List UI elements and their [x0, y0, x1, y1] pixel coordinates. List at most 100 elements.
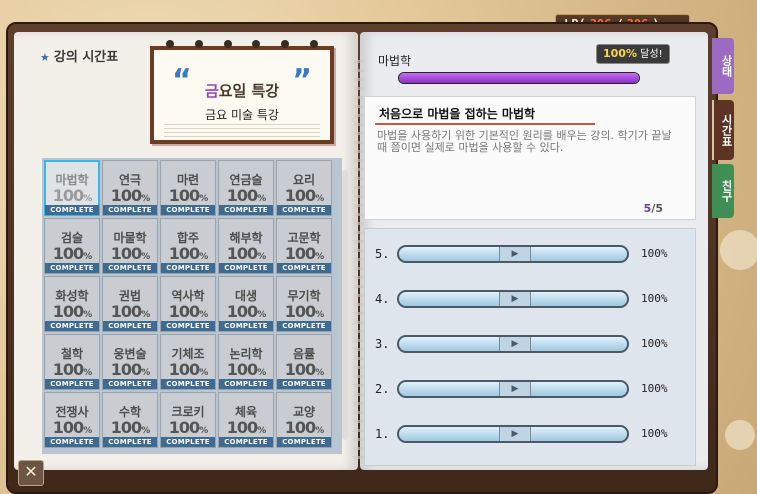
complete-badge: COMPLETE	[103, 321, 157, 331]
subject-cell[interactable]: 고문학 100% COMPLETE	[276, 218, 332, 274]
subject-cell[interactable]: 합주 100% COMPLETE	[160, 218, 216, 274]
subject-cell[interactable]: 해부학 100% COMPLETE	[218, 218, 274, 274]
lesson-progress-bar[interactable]: ▶	[397, 245, 629, 263]
complete-badge: COMPLETE	[103, 263, 157, 273]
subject-percent-value: 100	[52, 302, 84, 321]
close-icon: ✕	[24, 462, 38, 481]
subject-percent: 100%	[45, 360, 99, 379]
subject-percent-unit: %	[199, 426, 208, 436]
lesson-percent: 100%	[641, 382, 668, 395]
subject-percent-unit: %	[315, 368, 324, 378]
close-button[interactable]: ✕	[18, 460, 44, 486]
subject-cell[interactable]: 연극 100% COMPLETE	[102, 160, 158, 216]
subject-cell[interactable]: 수학 100% COMPLETE	[102, 392, 158, 448]
subject-cell[interactable]: 기체조 100% COMPLETE	[160, 334, 216, 390]
complete-badge: COMPLETE	[45, 379, 99, 389]
tab-friends[interactable]: 친구	[712, 164, 734, 218]
subject-cell[interactable]: 화성학 100% COMPLETE	[44, 276, 100, 332]
subject-percent-unit: %	[83, 310, 92, 320]
subject-cell[interactable]: 논리학 100% COMPLETE	[218, 334, 274, 390]
subject-cell[interactable]: 검술 100% COMPLETE	[44, 218, 100, 274]
subject-percent-unit: %	[315, 194, 324, 204]
complete-badge: COMPLETE	[219, 205, 273, 215]
subject-cell[interactable]: 웅변술 100% COMPLETE	[102, 334, 158, 390]
tab-timetable[interactable]: 시간표	[712, 100, 734, 160]
subject-cell[interactable]: 전쟁사 100% COMPLETE	[44, 392, 100, 448]
left-scrollbar[interactable]	[342, 170, 348, 440]
subject-cell[interactable]: 교양 100% COMPLETE	[276, 392, 332, 448]
description-box: 처음으로 마법을 접하는 마법학 마법을 사용하기 위한 기본적인 원리를 배우…	[364, 96, 696, 220]
lesson-row: 1. ▶ 100%	[365, 423, 695, 447]
subject-percent-value: 100	[284, 186, 316, 205]
subject-percent-unit: %	[141, 368, 150, 378]
background-tile	[725, 420, 755, 450]
subject-percent-value: 100	[110, 244, 142, 263]
subject-percent-unit: %	[141, 310, 150, 320]
subject-percent: 100%	[103, 302, 157, 321]
ring-icon	[166, 40, 174, 48]
lesson-progress-bar[interactable]: ▶	[397, 380, 629, 398]
special-lecture-notepad: “ ” 금요일 특강 금요 미술 특강	[150, 40, 334, 144]
notepad-lines	[164, 124, 320, 138]
subject-percent: 100%	[161, 244, 215, 263]
subject-percent-value: 100	[284, 302, 316, 321]
subject-cell[interactable]: 마물학 100% COMPLETE	[102, 218, 158, 274]
subject-percent: 100%	[45, 186, 99, 205]
subject-cell[interactable]: 권법 100% COMPLETE	[102, 276, 158, 332]
complete-badge: COMPLETE	[219, 321, 273, 331]
ring-icon	[281, 40, 290, 48]
play-icon[interactable]: ▶	[499, 337, 531, 351]
complete-badge: COMPLETE	[277, 321, 331, 331]
lesson-row: 2. ▶ 100%	[365, 378, 695, 402]
lesson-progress-bar[interactable]: ▶	[397, 335, 629, 353]
subject-percent: 100%	[219, 418, 273, 437]
subject-cell[interactable]: 역사학 100% COMPLETE	[160, 276, 216, 332]
subject-percent-value: 100	[110, 360, 142, 379]
subject-percent-value: 100	[284, 418, 316, 437]
selected-subject-name: 마법학	[378, 54, 412, 68]
lesson-row: 5. ▶ 100%	[365, 243, 695, 267]
subject-cell[interactable]: 마법학 100% COMPLETE	[44, 160, 100, 216]
subject-cell[interactable]: 음률 100% COMPLETE	[276, 334, 332, 390]
play-icon[interactable]: ▶	[499, 427, 531, 441]
play-icon[interactable]: ▶	[499, 247, 531, 261]
subject-cell[interactable]: 대생 100% COMPLETE	[218, 276, 274, 332]
subject-cell[interactable]: 요리 100% COMPLETE	[276, 160, 332, 216]
subject-grid: 마법학 100% COMPLETE 연극 100% COMPLETE 마련 100% COMPL…	[42, 158, 342, 454]
subject-percent: 100%	[45, 244, 99, 263]
subject-cell[interactable]: 무기학 100% COMPLETE	[276, 276, 332, 332]
subject-percent-unit: %	[257, 368, 266, 378]
subject-percent-value: 100	[226, 244, 258, 263]
subject-cell[interactable]: 연금술 100% COMPLETE	[218, 160, 274, 216]
lesson-progress-bar[interactable]: ▶	[397, 290, 629, 308]
subject-percent-value: 100	[110, 418, 142, 437]
subject-cell[interactable]: 마련 100% COMPLETE	[160, 160, 216, 216]
star-icon: ★	[40, 51, 50, 64]
subject-cell[interactable]: 크로키 100% COMPLETE	[160, 392, 216, 448]
notepad-title-rest: 요일 특강	[218, 82, 280, 100]
play-icon[interactable]: ▶	[499, 382, 531, 396]
lesson-progress-list: 5. ▶ 100% 4. ▶ 100% 3. ▶ 100% 2. ▶ 100% 1. ▶ 100%	[364, 228, 696, 466]
subject-percent: 100%	[161, 360, 215, 379]
tab-status[interactable]: 상태	[712, 38, 734, 94]
play-icon[interactable]: ▶	[499, 292, 531, 306]
timetable-title-text: 강의 시간표	[53, 50, 119, 65]
subject-percent-unit: %	[83, 194, 92, 204]
complete-badge: COMPLETE	[219, 263, 273, 273]
subject-progress-bar	[398, 72, 640, 84]
complete-badge: COMPLETE	[219, 437, 273, 447]
subject-percent: 100%	[103, 418, 157, 437]
lesson-percent: 100%	[641, 247, 668, 260]
complete-badge: COMPLETE	[161, 379, 215, 389]
subject-percent-value: 100	[168, 360, 200, 379]
subject-percent-value: 100	[52, 360, 84, 379]
subject-percent-value: 100	[52, 418, 84, 437]
lesson-percent: 100%	[641, 337, 668, 350]
lesson-progress-bar[interactable]: ▶	[397, 425, 629, 443]
subject-cell[interactable]: 철학 100% COMPLETE	[44, 334, 100, 390]
achievement-pct: 100%	[603, 47, 637, 60]
complete-badge: COMPLETE	[103, 379, 157, 389]
subject-cell[interactable]: 체육 100% COMPLETE	[218, 392, 274, 448]
lesson-row: 3. ▶ 100%	[365, 333, 695, 357]
notepad-rings	[166, 40, 318, 48]
